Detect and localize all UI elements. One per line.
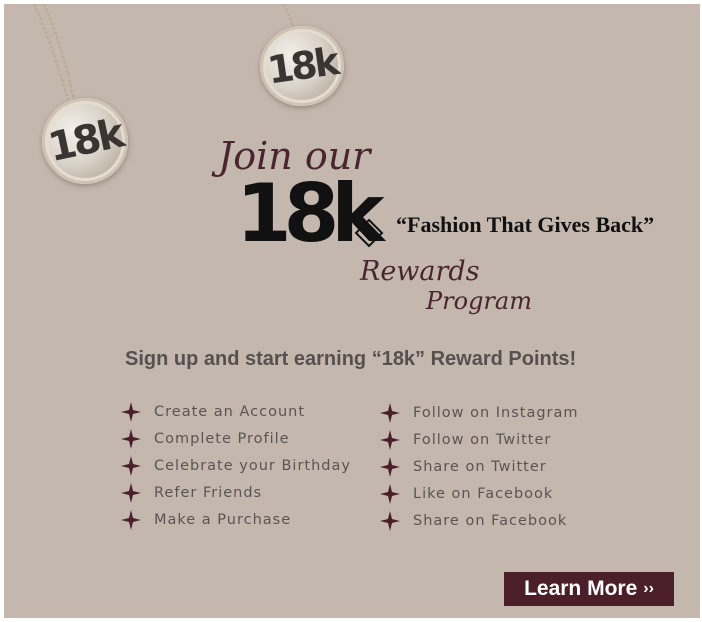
list-item-label: Follow on Twitter <box>413 431 552 448</box>
plus-star-icon <box>121 483 141 504</box>
list-item: Follow on Twitter <box>380 426 579 453</box>
plus-star-icon <box>121 401 141 422</box>
plus-star-icon <box>380 484 400 505</box>
earn-list-right: Follow on Instagram Follow on Twitter Sh… <box>380 399 579 535</box>
pendant-label: 18k <box>44 110 126 172</box>
tagline: “Fashion That Gives Back” <box>396 212 655 237</box>
list-item: Refer Friends <box>121 480 351 507</box>
double-chevron-right-icon: ›› <box>643 580 654 597</box>
list-item: Celebrate your Birthday <box>121 452 351 479</box>
list-item-label: Share on Twitter <box>413 458 547 475</box>
list-item: Share on Facebook <box>380 508 579 535</box>
learn-more-button[interactable]: Learn More ›› <box>504 572 674 606</box>
list-item: Like on Facebook <box>380 481 579 508</box>
list-item-label: Celebrate your Birthday <box>154 457 351 474</box>
plus-star-icon <box>121 510 141 531</box>
list-item: Complete Profile <box>121 425 351 452</box>
list-item-label: Complete Profile <box>154 430 290 447</box>
list-item-label: Create an Account <box>154 403 306 420</box>
plus-star-icon <box>121 455 141 476</box>
rewards-banner: 18k 18k Join our 18k “Fashion That Gives… <box>4 4 700 618</box>
plus-star-icon <box>380 456 400 477</box>
plus-star-icon <box>380 429 400 450</box>
brand-mark-icon <box>354 218 384 248</box>
signup-headline: Sign up and start earning “18k” Reward P… <box>125 348 577 370</box>
list-item-label: Like on Facebook <box>413 486 554 503</box>
list-item: Make a Purchase <box>121 507 351 534</box>
list-item-label: Follow on Instagram <box>413 404 579 421</box>
program-heading: Program <box>426 287 532 315</box>
learn-more-label: Learn More <box>524 577 638 600</box>
rewards-heading: Rewards <box>360 256 480 287</box>
list-item: Create an Account <box>121 398 351 425</box>
necklace-chains <box>33 4 295 101</box>
plus-star-icon <box>380 511 400 532</box>
list-item: Follow on Instagram <box>380 399 579 426</box>
earn-list-left: Create an Account Complete Profile Celeb… <box>121 398 351 534</box>
plus-star-icon <box>380 402 400 423</box>
pendant-label: 18k <box>264 39 340 93</box>
list-item-label: Make a Purchase <box>154 512 292 529</box>
list-item: Share on Twitter <box>380 453 579 480</box>
plus-star-icon <box>121 428 141 449</box>
list-item-label: Refer Friends <box>154 485 263 502</box>
list-item-label: Share on Facebook <box>413 513 568 530</box>
